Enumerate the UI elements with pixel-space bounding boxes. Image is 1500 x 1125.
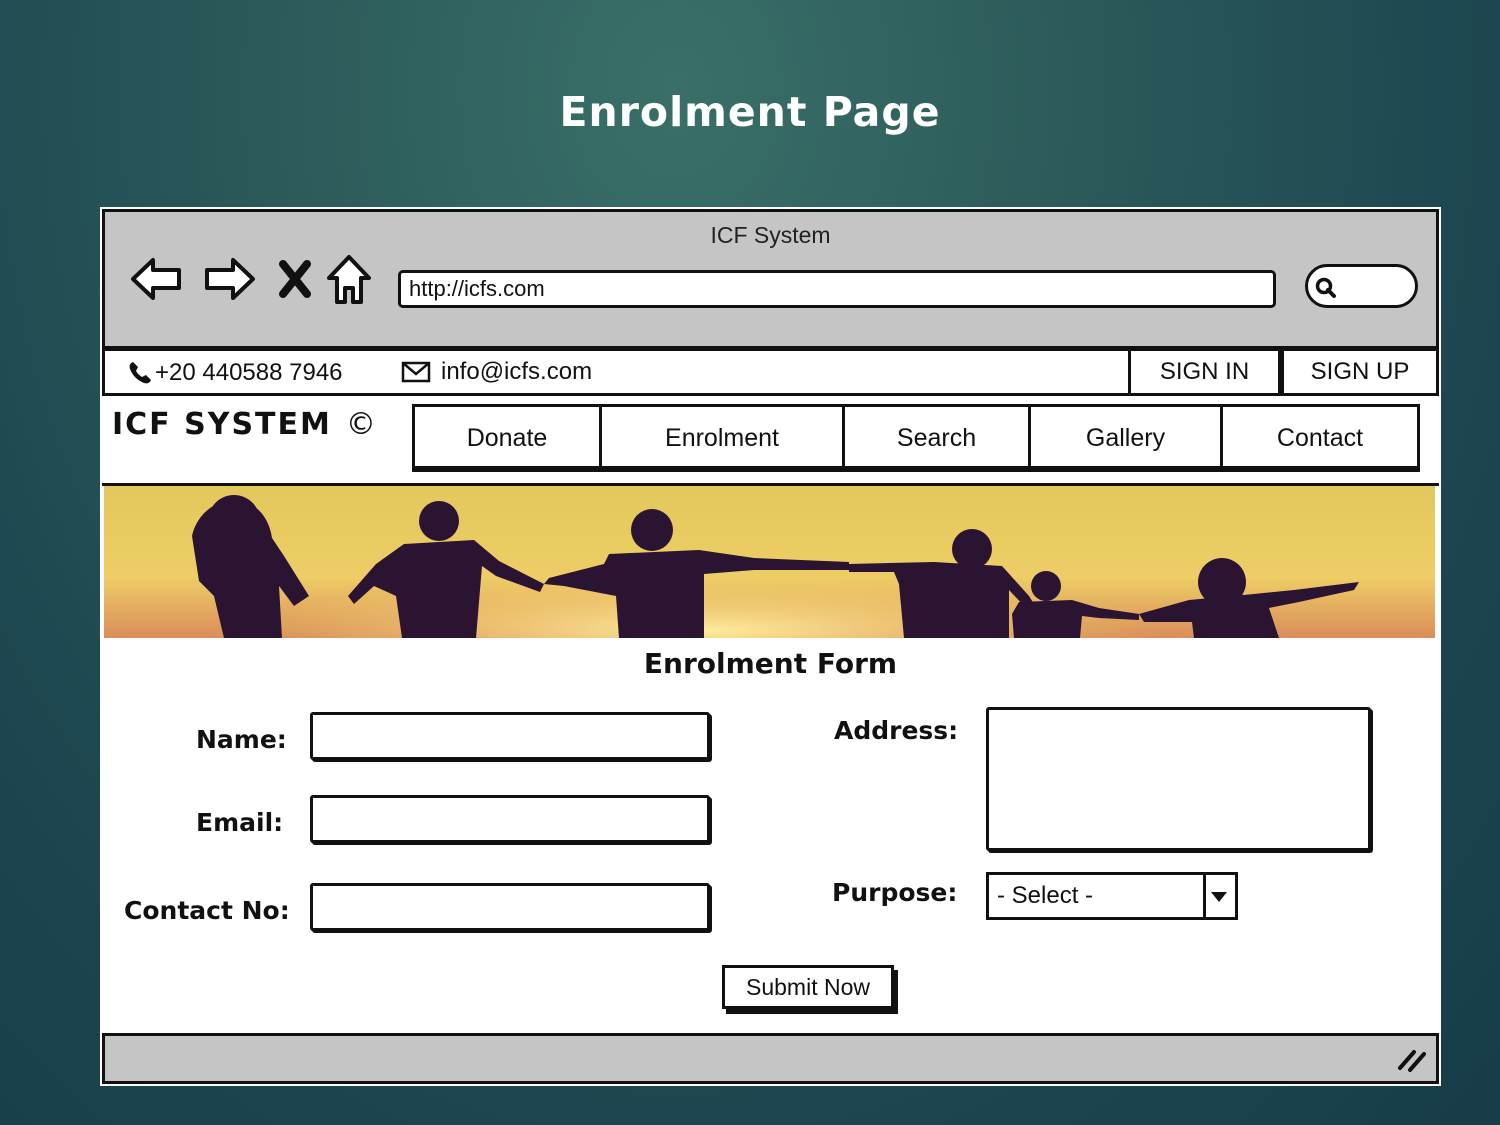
menu-item-donate[interactable]: Donate [415, 407, 602, 466]
browser-chrome: ICF System http://icfs.com [102, 209, 1439, 349]
email-input[interactable] [310, 795, 710, 843]
phone-icon [129, 362, 151, 384]
address-label: Address: [834, 716, 959, 745]
contact-topbar: +20 440588 7946 info@icfs.com SIGN IN SI… [102, 348, 1439, 396]
contact-no-label: Contact No: [124, 896, 290, 925]
mail-icon [401, 361, 431, 383]
purpose-selected-value: - Select - [997, 882, 1094, 909]
menu-item-search[interactable]: Search [845, 407, 1031, 466]
hero-banner-image [104, 486, 1435, 638]
sign-up-button[interactable]: SIGN UP [1281, 348, 1439, 396]
slide-title: Enrolment Page [559, 88, 941, 136]
phone-info: +20 440588 7946 [127, 359, 343, 387]
main-menu: Donate Enrolment Search Gallery Contact [412, 404, 1420, 472]
wireframe-mockup: ICF System http://icfs.com +20 440588 79… [100, 207, 1441, 1086]
phone-number: +20 440588 7946 [155, 359, 343, 386]
contact-no-input[interactable] [310, 883, 710, 931]
home-icon[interactable] [325, 254, 373, 306]
search-icon [1315, 277, 1336, 298]
dropdown-toggle[interactable] [1203, 875, 1235, 917]
purpose-select[interactable]: - Select - [986, 872, 1238, 920]
chevron-down-icon [1211, 892, 1227, 902]
forward-arrow-icon[interactable] [201, 254, 257, 304]
purpose-label: Purpose: [832, 878, 958, 907]
stop-x-icon[interactable] [277, 260, 313, 298]
sign-in-button[interactable]: SIGN IN [1128, 348, 1281, 396]
brand-name: ICF SYSTEM [112, 407, 332, 442]
email-label: Email: [196, 808, 284, 837]
back-arrow-icon[interactable] [129, 254, 185, 304]
site-logo[interactable]: ICF SYSTEM © [112, 407, 378, 442]
email-address: info@icfs.com [441, 358, 593, 385]
window-title: ICF System [710, 222, 831, 248]
copyright-symbol: © [345, 407, 378, 442]
browser-status-bar [102, 1033, 1439, 1084]
name-input[interactable] [310, 712, 710, 760]
submit-now-button[interactable]: Submit Now [722, 965, 894, 1009]
resize-grip-icon[interactable] [1396, 1048, 1426, 1072]
menu-item-enrolment[interactable]: Enrolment [602, 407, 845, 466]
menu-item-contact[interactable]: Contact [1223, 407, 1417, 466]
url-bar[interactable]: http://icfs.com [398, 270, 1276, 308]
name-label: Name: [196, 725, 287, 754]
menu-item-gallery[interactable]: Gallery [1031, 407, 1223, 466]
browser-search-box[interactable] [1305, 264, 1418, 308]
email-info: info@icfs.com [401, 358, 592, 386]
address-textarea[interactable] [986, 707, 1371, 851]
form-title: Enrolment Form [643, 647, 898, 680]
